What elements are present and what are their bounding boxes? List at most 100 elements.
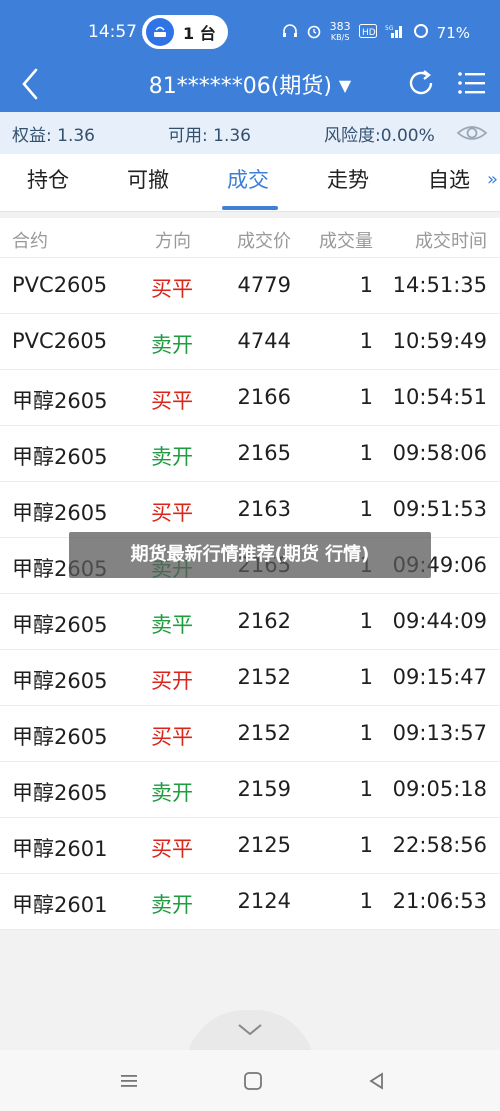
- cell-price: 2152: [237, 721, 291, 745]
- cell-direction: 买平: [151, 389, 193, 413]
- status-bar: 14:57 1 台 383 KB/S HD 5G 71%: [0, 0, 500, 62]
- back-nav-icon[interactable]: [366, 1070, 388, 1092]
- device-pill[interactable]: 1 台: [142, 15, 228, 49]
- recents-icon[interactable]: [118, 1070, 140, 1092]
- headphones-icon: [282, 23, 298, 43]
- tab-cancelable[interactable]: 可撤: [127, 164, 169, 194]
- cell-direction: 买平: [151, 501, 193, 525]
- cell-time: 09:05:18: [392, 777, 487, 801]
- tab-trend[interactable]: 走势: [327, 164, 369, 194]
- cell-qty: 1: [359, 273, 373, 297]
- cell-qty: 1: [359, 777, 373, 801]
- title-bar: 81******06(期货) ▼: [0, 60, 500, 108]
- cell-time: 09:51:53: [392, 497, 487, 521]
- cell-contract: 甲醇2605: [12, 445, 108, 469]
- table-row[interactable]: 甲醇2605 卖开 2159 1 09:05:18: [0, 762, 500, 818]
- tab-bar: 持仓 可撤 成交 走势 自选 »: [0, 154, 500, 212]
- chevron-down-icon: [238, 1024, 262, 1036]
- list-menu-icon[interactable]: [454, 66, 488, 100]
- tab-trades[interactable]: 成交: [227, 164, 269, 194]
- header-qty: 成交量: [319, 231, 373, 252]
- cell-contract: 甲醇2605: [12, 501, 108, 525]
- risk-label: 风险度:0.00%: [324, 126, 435, 146]
- status-time: 14:57: [88, 22, 137, 42]
- cell-direction: 卖开: [151, 781, 193, 805]
- cell-price: 4744: [237, 329, 291, 353]
- watermark-banner: 期货最新行情推荐(期货 行情): [69, 532, 431, 578]
- refresh-icon[interactable]: [404, 66, 438, 100]
- cell-time: 21:06:53: [392, 889, 487, 913]
- cell-time: 10:59:49: [392, 329, 487, 353]
- equity-label: 权益: 1.36: [12, 126, 95, 146]
- table-row[interactable]: 甲醇2605 卖开 2165 1 09:58:06: [0, 426, 500, 482]
- cell-qty: 1: [359, 889, 373, 913]
- cell-contract: 甲醇2605: [12, 725, 108, 749]
- header-contract: 合约: [12, 231, 48, 252]
- cell-price: 2124: [237, 889, 291, 913]
- cell-time: 22:58:56: [392, 833, 487, 857]
- cell-price: 2159: [237, 777, 291, 801]
- table-row[interactable]: 甲醇2605 卖平 2162 1 09:44:09: [0, 594, 500, 650]
- cell-direction: 卖平: [151, 613, 193, 637]
- cell-direction: 买开: [151, 669, 193, 693]
- cell-direction: 买平: [151, 277, 193, 301]
- table-row[interactable]: 甲醇2601 卖开 2124 1 21:06:53: [0, 874, 500, 930]
- signal-icon: 5G: [385, 23, 405, 43]
- router-icon: [146, 18, 174, 46]
- cell-contract: 甲醇2605: [12, 781, 108, 805]
- active-tab-indicator: [222, 206, 278, 210]
- cell-price: 4779: [237, 273, 291, 297]
- table-row[interactable]: 甲醇2605 买平 2166 1 10:54:51: [0, 370, 500, 426]
- cell-qty: 1: [359, 833, 373, 857]
- more-tabs-icon[interactable]: »: [487, 169, 498, 190]
- cell-direction: 买平: [151, 725, 193, 749]
- cell-price: 2165: [237, 441, 291, 465]
- home-icon[interactable]: [242, 1070, 264, 1092]
- table-row[interactable]: 甲醇2605 买平 2163 1 09:51:53: [0, 482, 500, 538]
- cell-price: 2152: [237, 665, 291, 689]
- header-direction: 方向: [155, 231, 191, 252]
- cell-qty: 1: [359, 385, 373, 409]
- available-label: 可用: 1.36: [168, 126, 251, 146]
- network-speed: 383 KB/S: [329, 20, 351, 42]
- cell-time: 09:58:06: [392, 441, 487, 465]
- tab-positions[interactable]: 持仓: [27, 164, 69, 194]
- alarm-icon: [306, 23, 322, 43]
- header-time: 成交时间: [415, 231, 487, 252]
- cell-direction: 卖开: [151, 333, 193, 357]
- system-nav-bar: [0, 1050, 500, 1111]
- svg-text:5G: 5G: [385, 25, 394, 32]
- cell-qty: 1: [359, 609, 373, 633]
- cell-time: 10:54:51: [392, 385, 487, 409]
- cell-qty: 1: [359, 329, 373, 353]
- svg-text:HD: HD: [362, 28, 376, 38]
- cell-price: 2162: [237, 609, 291, 633]
- cell-direction: 卖开: [151, 893, 193, 917]
- table-row[interactable]: 甲醇2601 买平 2125 1 22:58:56: [0, 818, 500, 874]
- battery-icon: [413, 23, 429, 43]
- hd-icon: HD: [358, 23, 377, 42]
- table-row[interactable]: PVC2605 买平 4779 1 14:51:35: [0, 258, 500, 314]
- cell-price: 2125: [237, 833, 291, 857]
- device-pill-label: 1 台: [183, 24, 216, 43]
- status-icons: 383 KB/S HD 5G 71%: [282, 20, 470, 43]
- cell-qty: 1: [359, 721, 373, 745]
- cell-direction: 买平: [151, 837, 193, 861]
- cell-contract: 甲醇2601: [12, 893, 108, 917]
- cell-contract: 甲醇2601: [12, 837, 108, 861]
- cell-contract: 甲醇2605: [12, 389, 108, 413]
- cell-qty: 1: [359, 441, 373, 465]
- tab-watchlist[interactable]: 自选: [428, 164, 470, 194]
- cell-time: 09:44:09: [392, 609, 487, 633]
- table-row[interactable]: PVC2605 卖开 4744 1 10:59:49: [0, 314, 500, 370]
- eye-icon[interactable]: [456, 119, 488, 147]
- table-row[interactable]: 甲醇2605 买平 2152 1 09:13:57: [0, 706, 500, 762]
- cell-time: 14:51:35: [392, 273, 487, 297]
- cell-direction: 卖开: [151, 445, 193, 469]
- app-header: 14:57 1 台 383 KB/S HD 5G 71% 81******06(…: [0, 0, 500, 112]
- cell-qty: 1: [359, 497, 373, 521]
- caret-down-icon: ▼: [338, 76, 352, 95]
- cell-price: 2163: [237, 497, 291, 521]
- cell-qty: 1: [359, 665, 373, 689]
- table-row[interactable]: 甲醇2605 买开 2152 1 09:15:47: [0, 650, 500, 706]
